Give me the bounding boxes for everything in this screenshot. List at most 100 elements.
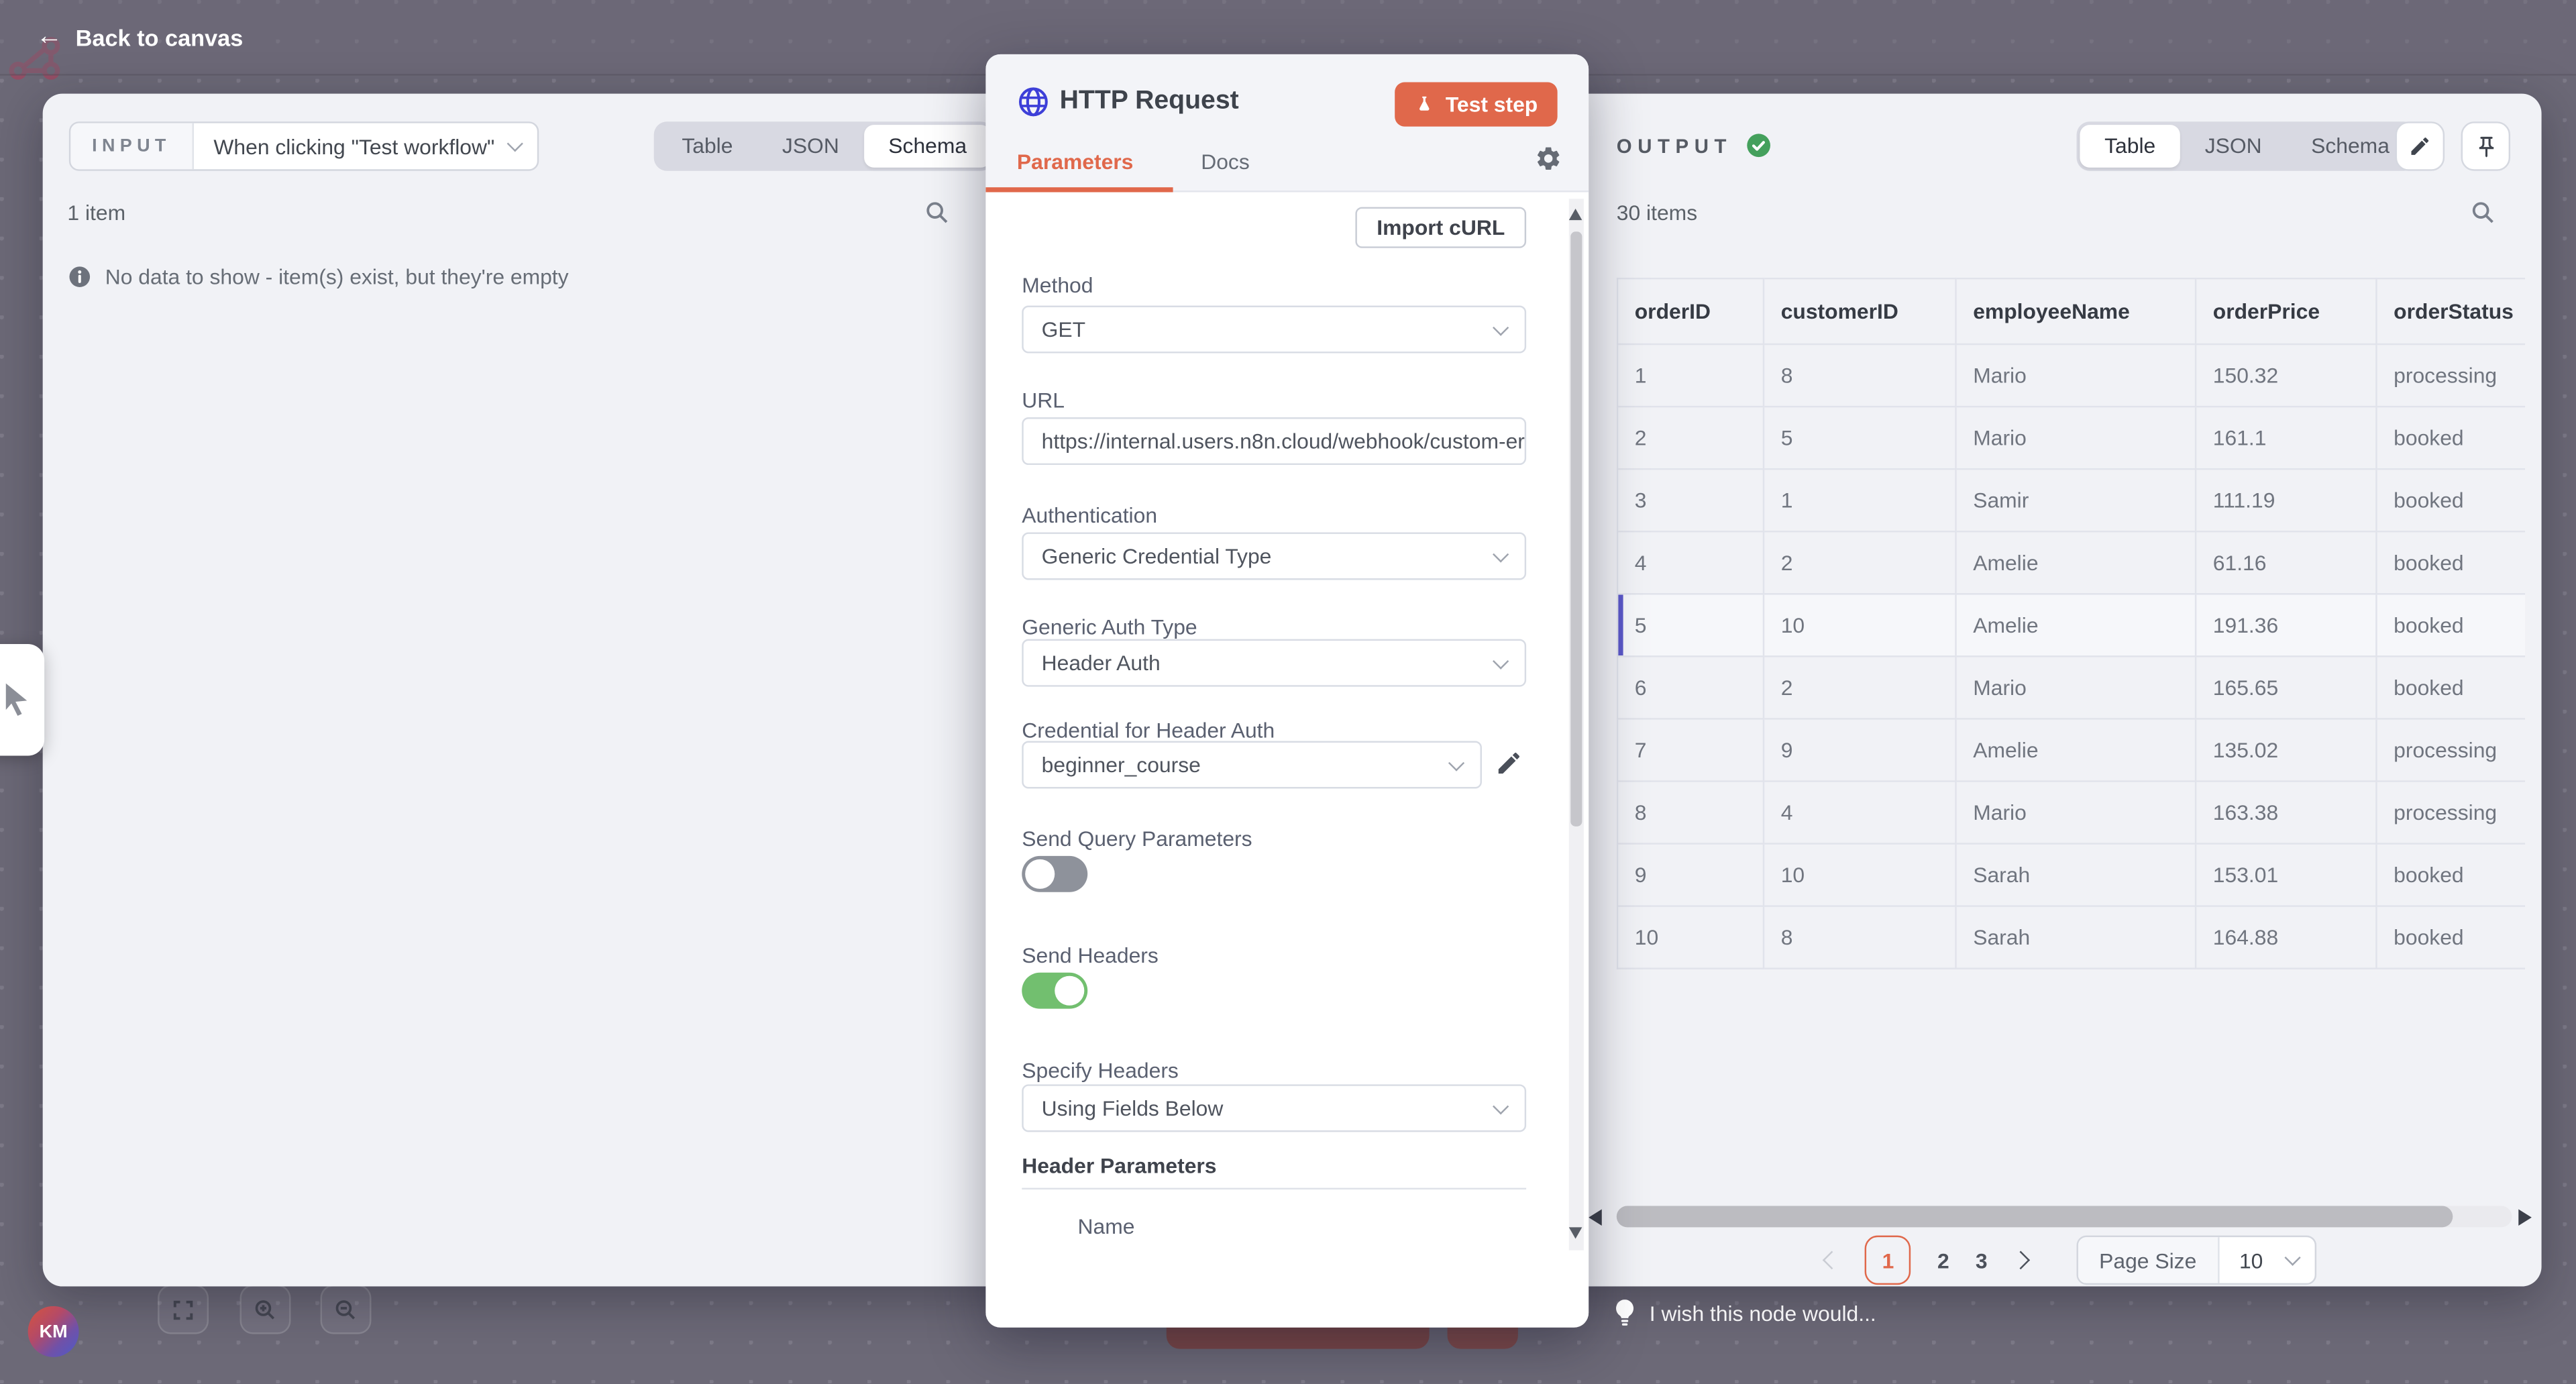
credential-select[interactable]: beginner_course (1022, 741, 1482, 788)
page-size-value: 10 (2239, 1248, 2263, 1273)
table-cell: 4 (1764, 781, 1956, 843)
pin-icon (2473, 134, 2498, 159)
next-page-icon[interactable] (2011, 1251, 2030, 1270)
table-row[interactable]: 25Mario161.1booked (1617, 407, 2525, 469)
input-display-mode-tabs: Table JSON Schema (654, 121, 995, 170)
table-cell: 111.19 (2196, 469, 2376, 531)
output-tab-json[interactable]: JSON (2180, 125, 2286, 168)
table-cell: 2 (1764, 531, 1956, 594)
table-cell: booked (2376, 656, 2525, 718)
column-header[interactable]: orderPrice (2196, 278, 2376, 344)
table-row[interactable]: 62Mario165.65booked (1617, 656, 2525, 718)
input-tab-table[interactable]: Table (657, 125, 758, 168)
input-search-icon[interactable] (923, 199, 951, 227)
chevron-down-icon (2284, 1250, 2300, 1266)
input-empty-message-row: No data to show - item(s) exist, but the… (67, 264, 568, 289)
table-cell: 163.38 (2196, 781, 2376, 843)
table-row[interactable]: 79Amelie135.02processing (1617, 718, 2525, 781)
tab-docs[interactable]: Docs (1201, 150, 1250, 174)
table-row[interactable]: 18Mario150.32processing (1617, 344, 2525, 407)
gear-icon[interactable] (1534, 145, 1562, 173)
table-row[interactable]: 42Amelie61.16booked (1617, 531, 2525, 594)
zoom-in-button[interactable] (240, 1285, 291, 1334)
output-display-mode-tabs: Table JSON Schema (2077, 121, 2418, 170)
table-cell: booked (2376, 844, 2525, 906)
table-cell: 153.01 (2196, 844, 2376, 906)
table-cell: 135.02 (2196, 718, 2376, 781)
generic-auth-type-select[interactable]: Header Auth (1022, 639, 1526, 687)
output-search-icon[interactable] (2469, 199, 2498, 227)
authentication-select[interactable]: Generic Credential Type (1022, 532, 1526, 580)
tab-parameters[interactable]: Parameters (1017, 150, 1133, 174)
toggle-knob (1025, 859, 1055, 889)
node-vertical-scrollbar[interactable] (1569, 199, 1584, 1250)
output-tab-table[interactable]: Table (2080, 125, 2180, 168)
chevron-down-icon (1448, 754, 1464, 770)
pin-data-button[interactable] (2461, 121, 2510, 170)
column-header[interactable]: customerID (1764, 278, 1956, 344)
cursor-icon (0, 680, 34, 720)
scroll-up-arrow-icon[interactable] (1569, 209, 1582, 220)
scrollbar-thumb[interactable] (1570, 231, 1582, 827)
scroll-right-arrow-icon[interactable] (2518, 1209, 2532, 1225)
column-header[interactable]: orderStatus (2376, 278, 2525, 344)
table-row[interactable]: 510Amelie191.36booked (1617, 594, 2525, 656)
send-headers-toggle[interactable] (1022, 973, 1087, 1009)
scroll-left-arrow-icon[interactable] (1589, 1209, 1602, 1225)
page-button-2[interactable]: 2 (1937, 1248, 1949, 1273)
table-cell: 165.65 (2196, 656, 2376, 718)
prev-page-icon[interactable] (1823, 1251, 1841, 1270)
table-row[interactable]: 84Mario163.38processing (1617, 781, 2525, 843)
table-cell: Amelie (1956, 718, 2196, 781)
method-label: Method (1022, 273, 1093, 298)
table-cell: booked (2376, 469, 2525, 531)
success-check-icon (1746, 131, 1774, 160)
active-tab-underline (985, 187, 1173, 192)
table-row[interactable]: 31Samir111.19booked (1617, 469, 2525, 531)
input-run-selector[interactable]: INPUT When clicking "Test workflow" (69, 121, 539, 170)
url-input[interactable]: https://internal.users.n8n.cloud/webhook… (1022, 417, 1526, 465)
node-feedback-prompt[interactable]: I wish this node would... (1615, 1299, 1876, 1328)
page-button-1[interactable]: 1 (1865, 1236, 1911, 1285)
zoom-out-button[interactable] (321, 1285, 372, 1334)
send-query-parameters-toggle[interactable] (1022, 856, 1087, 892)
edit-credential-pencil-icon[interactable] (1495, 749, 1523, 778)
edit-output-button[interactable] (2396, 121, 2445, 170)
page-button-3[interactable]: 3 (1976, 1248, 1988, 1273)
import-curl-button[interactable]: Import cURL (1355, 207, 1526, 248)
specify-headers-value: Using Fields Below (1042, 1096, 1224, 1120)
scroll-down-arrow-icon[interactable] (1569, 1227, 1582, 1238)
authentication-label: Authentication (1022, 502, 1157, 527)
input-run-selector-value: When clicking "Test workflow" (213, 134, 494, 159)
method-select[interactable]: GET (1022, 306, 1526, 354)
table-row[interactable]: 108Sarah164.88booked (1617, 906, 2525, 969)
output-horizontal-scrollbar[interactable] (1617, 1206, 2512, 1228)
table-cell: Sarah (1956, 844, 2196, 906)
test-step-button[interactable]: Test step (1395, 82, 1558, 126)
table-cell: 2 (1617, 407, 1764, 469)
output-panel-label: OUTPUT (1617, 134, 1732, 157)
column-header[interactable]: employeeName (1956, 278, 2196, 344)
back-to-canvas-label: Back to canvas (76, 24, 244, 50)
page-size-selector[interactable]: Page Size 10 (2076, 1236, 2316, 1285)
scrollbar-thumb[interactable] (1617, 1206, 2453, 1228)
avatar[interactable]: KM (28, 1306, 79, 1357)
back-to-canvas-button[interactable]: ← Back to canvas (36, 24, 243, 50)
table-row[interactable]: 910Sarah153.01booked (1617, 844, 2525, 906)
http-request-node-icon (1017, 85, 1050, 118)
cursor-tool-card[interactable] (0, 644, 44, 756)
info-icon (67, 264, 92, 289)
table-cell: 5 (1764, 407, 1956, 469)
generic-auth-type-label: Generic Auth Type (1022, 615, 1197, 639)
send-query-parameters-label: Send Query Parameters (1022, 827, 1252, 851)
specify-headers-select[interactable]: Using Fields Below (1022, 1084, 1526, 1132)
table-cell: processing (2376, 718, 2525, 781)
input-tab-json[interactable]: JSON (757, 125, 863, 168)
column-header[interactable]: orderID (1617, 278, 1764, 344)
zoom-to-fit-button[interactable] (158, 1285, 209, 1334)
table-cell: processing (2376, 344, 2525, 407)
table-cell: 8 (1617, 781, 1764, 843)
output-table-body: 18Mario150.32processing25Mario161.1booke… (1617, 344, 2525, 969)
node-parameters-body: Import cURL Method GET URL https://inter… (985, 193, 1589, 1328)
input-tab-schema[interactable]: Schema (864, 125, 991, 168)
